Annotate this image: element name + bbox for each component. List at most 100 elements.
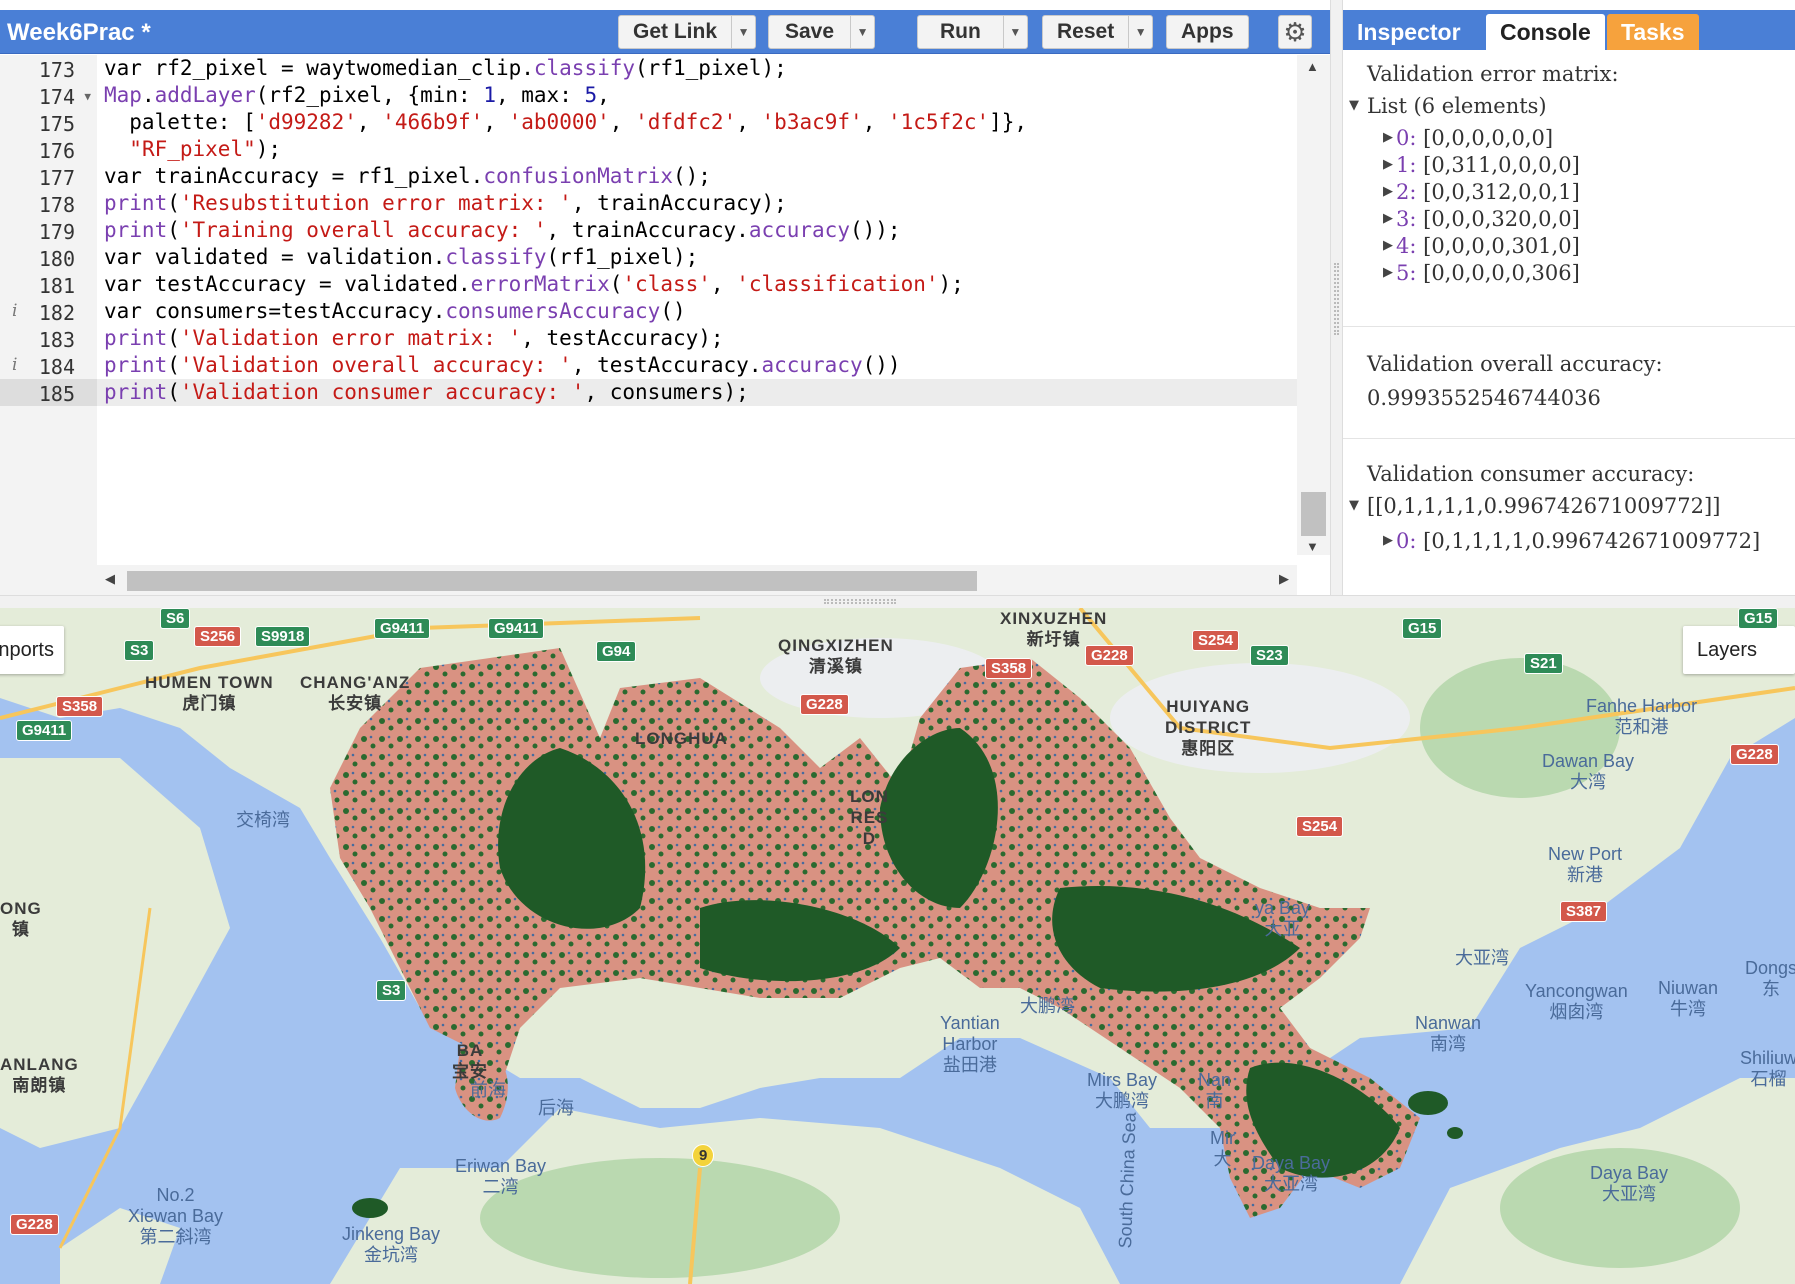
gutter-line-active: 185 xyxy=(0,379,97,406)
code-line[interactable]: palette: ['d99282', '466b9f', 'ab0000', … xyxy=(97,109,1297,136)
run-dropdown-icon[interactable]: ▼ xyxy=(1002,16,1027,48)
map-label: New Port 新港 xyxy=(1548,844,1623,885)
save-button[interactable]: Save ▼ xyxy=(768,15,876,49)
expand-triangle-icon[interactable]: ▶ xyxy=(1383,130,1393,145)
expand-triangle-icon[interactable]: ▶ xyxy=(1383,157,1393,172)
map-label: Mir 大 xyxy=(1210,1128,1235,1169)
expand-triangle-icon[interactable]: ▶ xyxy=(1383,265,1393,280)
console-list-row[interactable]: 1: [0,311,0,0,0,0] xyxy=(1396,153,1580,177)
apps-label: Apps xyxy=(1181,20,1234,43)
road-shield: G15 xyxy=(1402,618,1443,639)
gutter-line: 181 xyxy=(38,274,75,298)
code-line[interactable]: var validated = validation.classify(rf1_… xyxy=(97,244,1297,271)
scroll-thumb[interactable] xyxy=(1301,492,1326,536)
map-label: 前海 xyxy=(470,1080,506,1100)
map-label: ya Bay 大亚 xyxy=(1255,898,1311,939)
splitter-grip[interactable] xyxy=(824,599,896,604)
code-line-active[interactable]: print('Validation consumer accuracy: ', … xyxy=(97,379,1297,406)
expand-triangle-icon[interactable]: ▶ xyxy=(1383,238,1393,253)
right-panel: Inspector Console Tasks Validation error… xyxy=(1343,10,1795,595)
expand-triangle-icon[interactable]: ▶ xyxy=(1383,184,1393,199)
settings-gear-icon[interactable]: ⚙ xyxy=(1278,15,1312,49)
road-shield: S9918 xyxy=(255,626,311,647)
info-icon[interactable]: i xyxy=(12,301,17,321)
console-output: Validation error matrix: ▼ List (6 eleme… xyxy=(1343,50,1795,595)
reset-button[interactable]: Reset ▼ xyxy=(1042,15,1154,49)
reset-label: Reset xyxy=(1057,20,1115,43)
console-consumer-value[interactable]: [[0,1,1,1,1,0.996742671009772]] xyxy=(1367,494,1720,518)
console-divider xyxy=(1343,326,1795,327)
splitter-grip[interactable] xyxy=(1334,263,1339,335)
road-shield: S6 xyxy=(160,608,191,629)
expand-triangle-icon[interactable]: ▶ xyxy=(1383,533,1393,548)
gutter-line: 179 xyxy=(38,220,75,244)
map-label: Daya Bay 大亚湾 xyxy=(1590,1163,1669,1204)
console-list-row[interactable]: 0: [0,0,0,0,0,0] xyxy=(1396,126,1553,150)
code-line[interactable]: print('Validation error matrix: ', testA… xyxy=(97,325,1297,352)
console-consumer-title: Validation consumer accuracy: xyxy=(1367,462,1695,486)
console-list-row[interactable]: 2: [0,0,312,0,0,1] xyxy=(1396,180,1580,204)
reset-dropdown-icon[interactable]: ▼ xyxy=(1128,16,1152,48)
gutter-line: 177 xyxy=(38,166,75,190)
get-link-dropdown-icon[interactable]: ▼ xyxy=(731,16,755,48)
map-label: HUIYANG DISTRICT 惠阳区 xyxy=(1165,697,1252,758)
scroll-left-icon[interactable]: ◀ xyxy=(105,571,115,587)
map-label: ANLANG 南朗镇 xyxy=(0,1055,79,1095)
road-shield: G94 xyxy=(596,641,637,662)
map-label: Dongs 东 xyxy=(1745,958,1795,999)
code-line[interactable]: var trainAccuracy = rf1_pixel.confusionM… xyxy=(97,163,1297,190)
code-line[interactable]: "RF_pixel"); xyxy=(97,136,1297,163)
get-link-button[interactable]: Get Link ▼ xyxy=(618,15,757,49)
road-shield: G15 xyxy=(1738,608,1779,629)
run-button[interactable]: Run ▼ xyxy=(917,15,1028,49)
layers-button[interactable]: Layers xyxy=(1683,626,1795,674)
map-label: LON RES D xyxy=(850,787,889,848)
horizontal-splitter[interactable] xyxy=(0,595,1795,608)
editor-vertical-scrollbar[interactable]: ▲ ▼ xyxy=(1297,55,1330,555)
collapse-triangle-icon[interactable]: ▼ xyxy=(1349,498,1359,513)
tab-console[interactable]: Console xyxy=(1486,14,1605,50)
code-line[interactable]: var rf2_pixel = waytwomedian_clip.classi… xyxy=(97,55,1297,82)
code-editor[interactable]: 173 174 ▼ 175 176 177 178 179 180 181 i 18… xyxy=(0,55,1330,595)
console-list-label[interactable]: List (6 elements) xyxy=(1367,94,1547,118)
map-label: LONGHUA xyxy=(635,729,728,748)
editor-horizontal-scrollbar[interactable]: ◀ ▶ xyxy=(97,565,1297,595)
console-error-matrix-title: Validation error matrix: xyxy=(1367,62,1619,86)
fold-toggle-icon[interactable]: ▼ xyxy=(84,90,91,103)
map-canvas[interactable]: nports Layers XINXUZHEN 新圩镇 QINGXIZHEN 清… xyxy=(0,608,1795,1284)
map-label: Yantian Harbor 盐田港 xyxy=(940,1013,1000,1075)
code-line[interactable]: var testAccuracy = validated.errorMatrix… xyxy=(97,271,1297,298)
save-dropdown-icon[interactable]: ▼ xyxy=(850,16,874,48)
console-consumer-row[interactable]: 0: [0,1,1,1,1,0.996742671009772] xyxy=(1396,529,1760,553)
tab-tasks[interactable]: Tasks xyxy=(1607,14,1699,50)
code-line[interactable]: print('Resubstitution error matrix: ', t… xyxy=(97,190,1297,217)
code-line[interactable]: print('Validation overall accuracy: ', t… xyxy=(97,352,1297,379)
console-list-row[interactable]: 3: [0,0,0,320,0,0] xyxy=(1396,207,1580,231)
map-label: Nanwan 南湾 xyxy=(1415,1013,1482,1054)
apps-button[interactable]: Apps xyxy=(1166,15,1249,49)
road-shield: S21 xyxy=(1524,653,1563,674)
scroll-thumb[interactable] xyxy=(127,571,977,591)
map-label: Yancongwan 烟囱湾 xyxy=(1525,981,1628,1022)
code-line[interactable]: print('Training overall accuracy: ', tra… xyxy=(97,217,1297,244)
road-shield: G9411 xyxy=(374,618,431,639)
imports-button[interactable]: nports xyxy=(0,626,64,674)
code-line[interactable]: var consumers=testAccuracy.consumersAccu… xyxy=(97,298,1297,325)
console-list-row[interactable]: 4: [0,0,0,0,301,0] xyxy=(1396,234,1580,258)
collapse-triangle-icon[interactable]: ▼ xyxy=(1349,98,1359,113)
console-divider xyxy=(1343,438,1795,439)
info-icon[interactable]: i xyxy=(12,355,17,375)
console-list-row[interactable]: 5: [0,0,0,0,0,306] xyxy=(1396,261,1580,285)
classification-island xyxy=(1447,1127,1463,1139)
scroll-up-icon[interactable]: ▲ xyxy=(1306,59,1319,74)
run-label: Run xyxy=(940,20,981,43)
code-line[interactable]: Map.addLayer(rf2_pixel, {min: 1, max: 5, xyxy=(97,82,1297,109)
expand-triangle-icon[interactable]: ▶ xyxy=(1383,211,1393,226)
code-area[interactable]: var rf2_pixel = waytwomedian_clip.classi… xyxy=(97,55,1297,555)
tab-inspector[interactable]: Inspector xyxy=(1343,14,1475,50)
scroll-right-icon[interactable]: ▶ xyxy=(1279,571,1289,587)
map-label: ONG 镇 xyxy=(0,899,42,939)
vertical-splitter[interactable] xyxy=(1330,0,1343,595)
scroll-down-icon[interactable]: ▼ xyxy=(1306,539,1319,554)
urban-area xyxy=(1110,663,1410,773)
